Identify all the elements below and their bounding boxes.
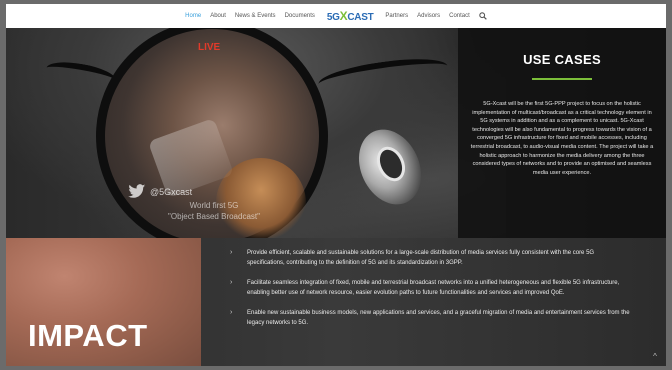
list-item: › Facilitate seamless integration of fix… xyxy=(230,278,630,298)
twitter-icon xyxy=(128,184,146,198)
nav-item-about[interactable]: About xyxy=(210,13,226,19)
impact-bullet-text: Facilitate seamless integration of fixed… xyxy=(247,280,620,296)
hero-caption: World first 5G "Object Based Broadcast" xyxy=(154,200,274,222)
list-item: › Provide efficient, scalable and sustai… xyxy=(230,248,630,268)
nav-item-home[interactable]: Home xyxy=(185,13,201,19)
nav-item-partners[interactable]: Partners xyxy=(385,13,408,19)
hero-banner: LIVE @5Gxcast World first 5G "Object Bas… xyxy=(6,28,666,238)
logo-part-5g: 5G xyxy=(326,12,340,23)
list-item: › Enable new sustainable business models… xyxy=(230,308,630,328)
twitter-handle[interactable]: @5Gxcast xyxy=(150,187,192,197)
hero-caption-line1: World first 5G xyxy=(189,201,239,210)
impact-bullet-text: Provide efficient, scalable and sustaina… xyxy=(247,250,595,266)
nav-item-documents[interactable]: Documents xyxy=(285,13,315,19)
chevron-right-icon: › xyxy=(230,309,233,316)
impact-section: IMPACT › Provide efficient, scalable and… xyxy=(6,238,666,366)
nav-item-contact[interactable]: Contact xyxy=(449,13,470,19)
live-label: LIVE xyxy=(198,42,221,53)
chevron-right-icon: › xyxy=(230,279,233,286)
nav-item-advisors[interactable]: Advisors xyxy=(417,13,440,19)
twitter-handle-row: @5Gxcast xyxy=(128,184,192,199)
nav-item-news-events[interactable]: News & Events xyxy=(235,13,276,19)
use-cases-panel: USE CASES 5G-Xcast will be the first 5G-… xyxy=(458,28,666,238)
impact-bullet-text: Enable new sustainable business models, … xyxy=(247,310,630,326)
top-navigation: Home About News & Events Documents 5G X … xyxy=(6,4,666,28)
use-cases-title: USE CASES xyxy=(523,52,601,67)
search-icon[interactable] xyxy=(479,12,487,20)
use-cases-divider xyxy=(532,78,592,80)
logo-part-x: X xyxy=(339,9,348,23)
chevron-up-icon[interactable]: ^ xyxy=(650,352,660,362)
impact-list: › Provide efficient, scalable and sustai… xyxy=(230,248,630,338)
hero-caption-line2: "Object Based Broadcast" xyxy=(168,212,260,221)
logo-part-cast: CAST xyxy=(347,12,374,23)
browser-viewport: Home About News & Events Documents 5G X … xyxy=(6,4,666,366)
use-cases-body: 5G-Xcast will be the first 5G-PPP projec… xyxy=(470,101,654,176)
site-logo[interactable]: 5G X CAST xyxy=(327,9,374,23)
chevron-right-icon: › xyxy=(230,249,233,256)
impact-title: IMPACT xyxy=(28,318,148,353)
